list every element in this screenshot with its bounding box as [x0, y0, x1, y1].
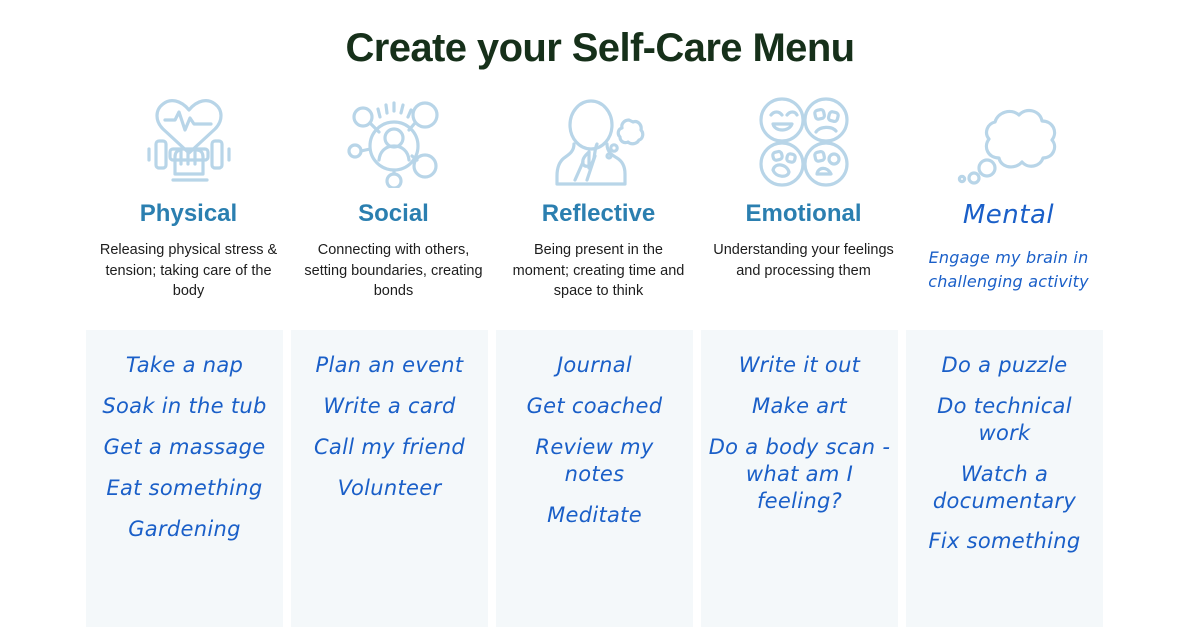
category-description: Being present in the moment; creating ti…: [512, 242, 685, 300]
category-heading: Mental: [962, 200, 1055, 230]
page-title: Create your Self-Care Menu: [345, 26, 856, 70]
category-description: Engage my brain in challenging activity: [928, 248, 1089, 291]
self-care-menu-page: Create your Self-Care Menu Physical Rele…: [0, 0, 1200, 627]
menu-panel-mental: Do a puzzle Do technical work Watch a do…: [906, 330, 1103, 627]
people-network-icon: [291, 92, 496, 192]
emotion-faces-icon: [701, 92, 906, 192]
thought-cloud-icon: [906, 92, 1111, 192]
menu-panel-reflective: Journal Get coached Review my notes Medi…: [496, 330, 693, 627]
category-column-mental: Mental Engage my brain in challenging ac…: [906, 92, 1111, 302]
category-heading: Emotional: [745, 200, 862, 227]
menu-item[interactable]: Do a puzzle: [914, 352, 1096, 379]
menu-item[interactable]: Fix something: [914, 528, 1096, 555]
menu-item[interactable]: Review my notes: [504, 434, 686, 488]
menu-item[interactable]: Get coached: [504, 393, 686, 420]
category-description: Connecting with others, setting boundari…: [304, 242, 483, 300]
menu-item[interactable]: Make art: [709, 393, 891, 420]
menu-panel-physical: Take a nap Soak in the tub Get a massage…: [86, 330, 283, 627]
category-description: Understanding your feelings and processi…: [713, 242, 894, 279]
menu-item[interactable]: Watch a documentary: [914, 461, 1096, 515]
menu-item[interactable]: Call my friend: [299, 434, 481, 461]
menu-item[interactable]: Write it out: [709, 352, 891, 379]
category-description: Releasing physical stress & tension; tak…: [99, 242, 278, 300]
category-heading: Social: [358, 200, 429, 227]
menu-items-panels-row: Take a nap Soak in the tub Get a massage…: [86, 330, 1114, 627]
category-heading: Reflective: [541, 200, 656, 227]
category-column-reflective: Reflective Being present in the moment; …: [496, 92, 701, 302]
category-column-physical: Physical Releasing physical stress & ten…: [86, 92, 291, 302]
menu-item[interactable]: Get a massage: [94, 434, 276, 461]
menu-item[interactable]: Eat something: [94, 475, 276, 502]
menu-item[interactable]: Journal: [504, 352, 686, 379]
menu-item[interactable]: Plan an event: [299, 352, 481, 379]
category-heading: Physical: [139, 200, 238, 227]
menu-item[interactable]: Do a body scan - what am I feeling?: [709, 434, 891, 515]
menu-item[interactable]: Meditate: [504, 502, 686, 529]
category-column-social: Social Connecting with others, setting b…: [291, 92, 496, 302]
menu-item[interactable]: Do technical work: [914, 393, 1096, 447]
category-headers-row: Physical Releasing physical stress & ten…: [86, 92, 1114, 302]
menu-item[interactable]: Take a nap: [94, 352, 276, 379]
menu-item[interactable]: Write a card: [299, 393, 481, 420]
menu-item[interactable]: Soak in the tub: [94, 393, 276, 420]
menu-panel-social: Plan an event Write a card Call my frien…: [291, 330, 488, 627]
menu-item[interactable]: Gardening: [94, 516, 276, 543]
category-column-emotional: Emotional Understanding your feelings an…: [701, 92, 906, 302]
menu-item[interactable]: Volunteer: [299, 475, 481, 502]
thinking-person-icon: [496, 92, 701, 192]
heartbeat-dumbbell-icon: [86, 92, 291, 192]
menu-panel-emotional: Write it out Make art Do a body scan - w…: [701, 330, 898, 627]
